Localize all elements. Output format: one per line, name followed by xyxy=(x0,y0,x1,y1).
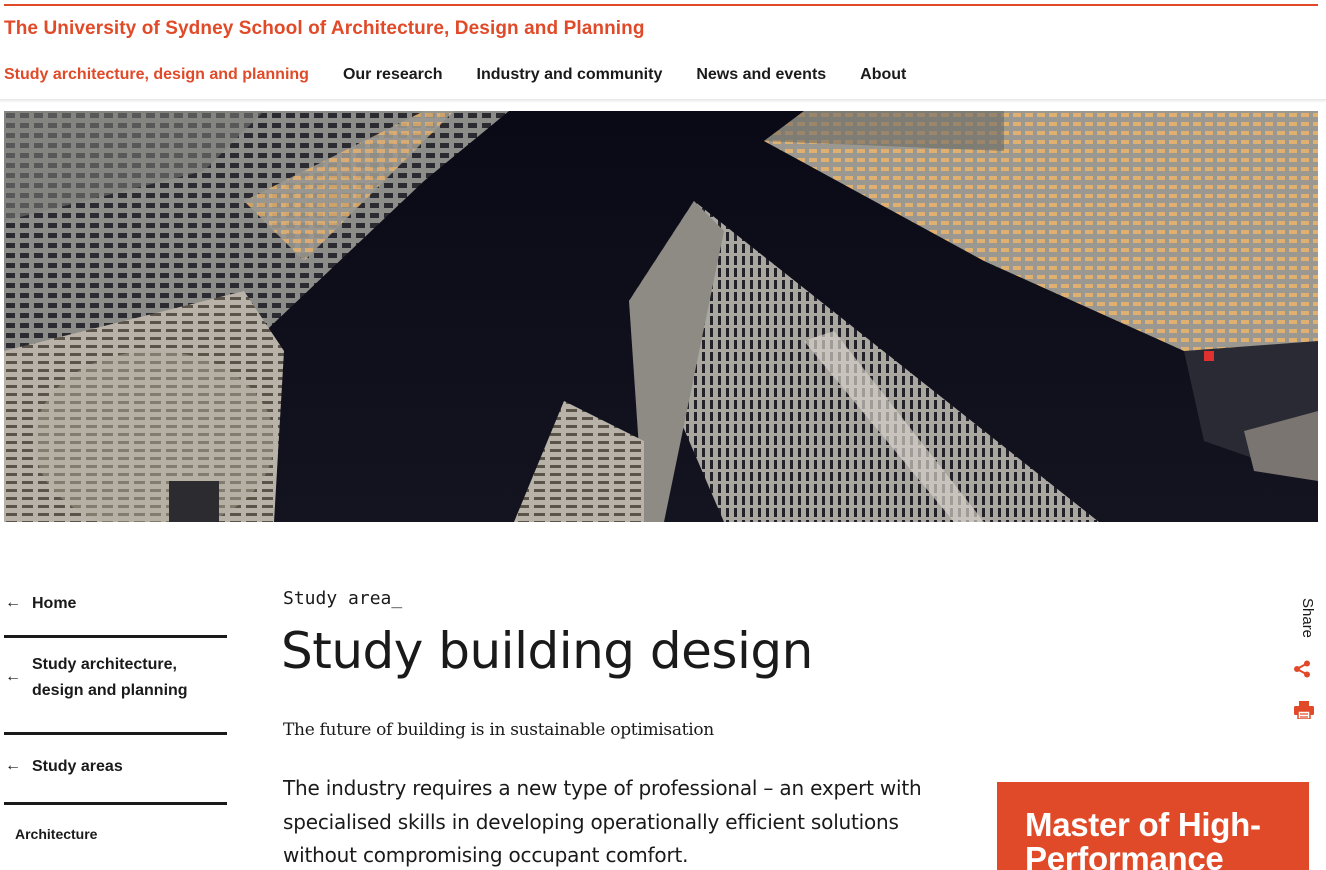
arrow-left-icon: ← xyxy=(5,668,21,685)
nav-item-news[interactable]: News and events xyxy=(696,66,826,88)
nav-item-study[interactable]: Study architecture, design and planning xyxy=(4,66,309,88)
nav-item-about[interactable]: About xyxy=(860,66,906,88)
skyscrapers-photo-illustration xyxy=(4,111,1318,522)
promo-card-master-hpb[interactable]: Master of High-Performance Buildings xyxy=(997,782,1309,870)
arrow-left-icon: ← xyxy=(5,594,21,611)
nav-item-research[interactable]: Our research xyxy=(343,66,443,88)
page-eyebrow: Study area_ xyxy=(283,588,403,609)
main-navigation: Study architecture, design and planning … xyxy=(4,66,906,88)
hero-image xyxy=(4,111,1318,522)
site-title-link[interactable]: The University of Sydney School of Archi… xyxy=(4,18,645,40)
side-nav-study-areas-link[interactable]: ← Study areas xyxy=(4,735,227,805)
page-tagline: The future of building is in sustainable… xyxy=(283,720,714,740)
page-title: Study building design xyxy=(281,622,813,680)
nav-item-industry[interactable]: Industry and community xyxy=(477,66,663,88)
side-nav-home-link[interactable]: ← Home xyxy=(4,580,227,638)
share-icon[interactable] xyxy=(1293,660,1311,678)
nav-shadow xyxy=(0,99,1326,103)
side-nav-label: Home xyxy=(32,595,77,612)
arrow-left-icon: ← xyxy=(5,757,21,774)
intro-paragraph: The industry requires a new type of prof… xyxy=(283,776,922,867)
side-nav-label: Study architecture, design and planning xyxy=(32,656,188,699)
print-icon[interactable] xyxy=(1294,701,1314,719)
side-nav-study-adp-link[interactable]: ← Study architecture, design and plannin… xyxy=(4,638,227,735)
header-top-rule xyxy=(4,4,1318,6)
side-nav-architecture-link[interactable]: Architecture xyxy=(4,805,227,870)
promo-card-title: Master of High-Performance Buildings xyxy=(1025,806,1261,870)
share-label: Share xyxy=(1299,598,1316,639)
side-navigation: ← Home ← Study architecture, design and … xyxy=(4,580,227,870)
side-nav-label: Study areas xyxy=(32,758,123,775)
